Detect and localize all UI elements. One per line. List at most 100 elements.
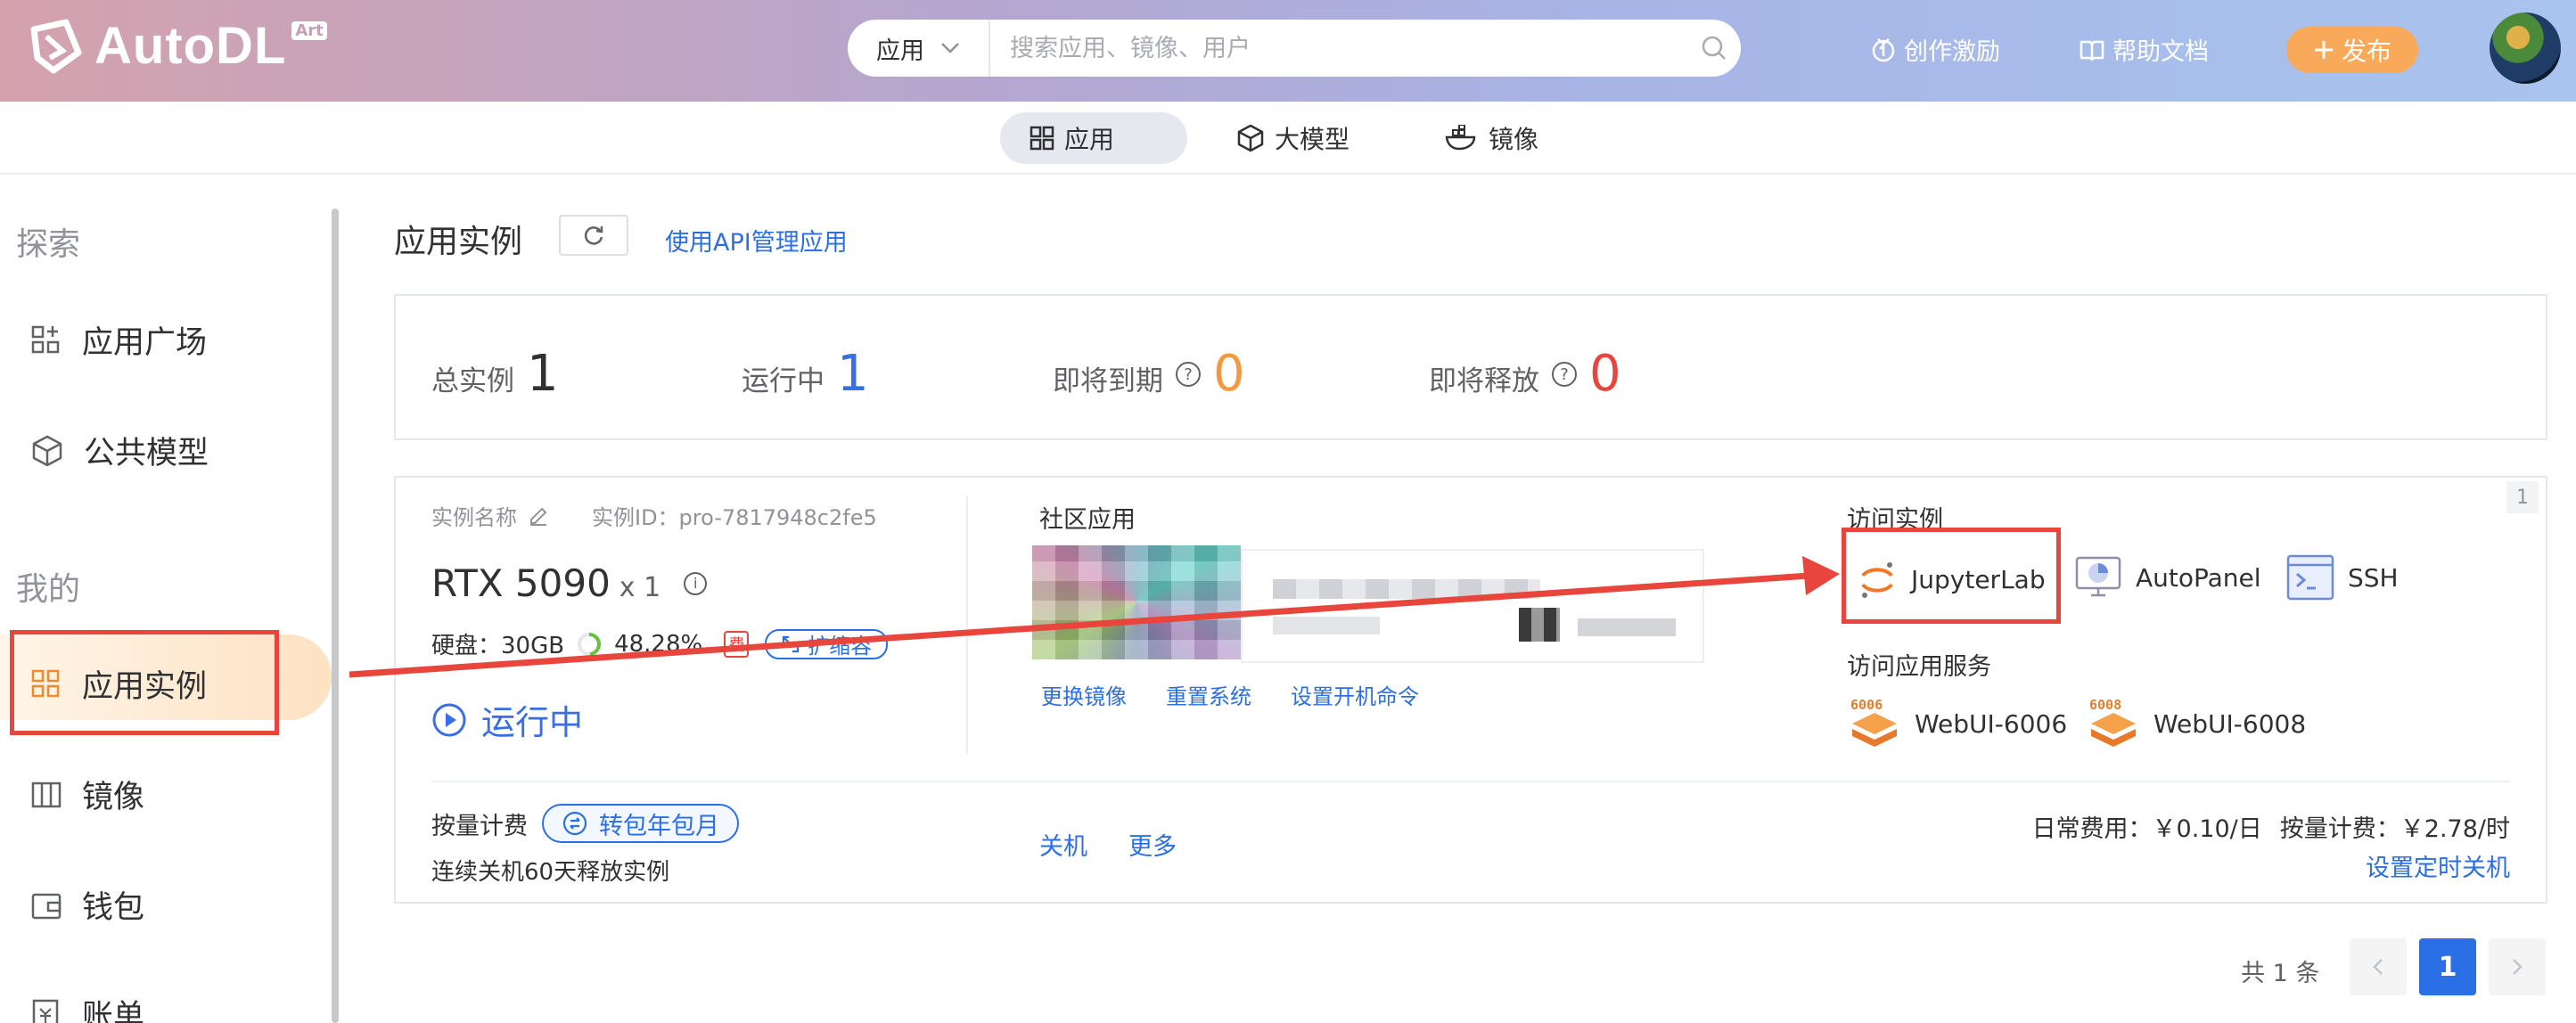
publish-label: 发布 [2341,37,2391,66]
gpu-count: x 1 [619,572,661,603]
plus-icon [2314,41,2333,59]
sidebar-item-wallet[interactable]: 钱包 [30,882,144,928]
help-icon[interactable]: ? [1552,362,1577,387]
card-divider [966,495,968,754]
community-app-label: 社区应用 [1039,506,1136,534]
startup-command-link[interactable]: 设置开机命令 [1291,679,1419,710]
sidebar-item-label: 钱包 [82,890,145,926]
cube-icon [1237,124,1264,152]
info-icon[interactable]: i [684,571,708,595]
prev-page-button[interactable] [2350,938,2407,995]
tensorboard-icon: 6006 [1850,697,1897,747]
sidebar-item-public-models[interactable]: 公共模型 [30,428,209,473]
page-1-button[interactable]: 1 [2419,938,2476,995]
instance-index-badge: 1 [2506,481,2539,513]
more-button[interactable]: 更多 [1128,827,1177,862]
service-port-text: 6006 [1850,697,1883,713]
tab-llm[interactable]: 大模型 [1207,112,1378,164]
stat-value: 0 [1589,345,1621,403]
billing-label: 按量计费 [431,812,528,840]
stat-label: 运行中 [742,365,824,397]
tab-apps-label: 应用 [1064,125,1115,154]
sidebar-item-bills[interactable]: 账单 [30,991,144,1023]
search-icon[interactable] [1687,35,1741,61]
docker-icon [1445,125,1476,151]
exchange-icon [562,811,587,836]
reset-system-link[interactable]: 重置系统 [1166,679,1251,710]
instance-gpu: RTX 5090 x 1 i [431,561,708,605]
schedule-shutdown-link[interactable]: 设置定时关机 [2366,848,2510,883]
card-row-divider [431,781,2510,782]
monitor-chart-icon [2075,556,2121,597]
stat-releasing: 即将释放 ? 0 [1429,349,1621,399]
status-label: 运行中 [481,703,584,742]
tab-images[interactable]: 镜像 [1415,112,1567,164]
stat-value: 1 [837,345,869,403]
docs-link[interactable]: 帮助文档 [2079,32,2209,67]
resize-button[interactable]: 扩缩容 [765,628,889,659]
sidebar-item-label: 镜像 [82,780,145,815]
logo-badge: Art [291,21,327,40]
sidebar-scrollbar[interactable] [332,209,339,1023]
stat-label: 即将释放 [1429,365,1539,397]
stat-value: 0 [1213,345,1245,403]
docs-label: 帮助文档 [2112,38,2209,66]
stat-running: 运行中 1 [742,349,869,399]
fee-summary: 日常费用：￥0.10/日 按量计费：￥2.78/时 [2032,809,2510,844]
refresh-icon [584,226,603,245]
webui-6008-button[interactable]: 6008 WebUI-6008 [2086,697,2306,750]
sidebar-item-label: 账单 [82,999,145,1023]
convert-subscription-button[interactable]: 转包年包月 [542,804,739,843]
incentive-label: 创作激励 [1904,38,2000,66]
search-bar: 应用 [848,20,1741,77]
next-page-button[interactable] [2489,938,2546,995]
stat-label: 总实例 [431,365,514,397]
user-avatar[interactable] [2490,12,2561,84]
fee-badge: 费 [724,630,750,658]
autodl-logo[interactable]: AutoDL Art [27,16,327,76]
edit-icon[interactable] [528,505,549,527]
logo-text: AutoDL [94,17,287,75]
ssh-button[interactable]: SSH [2285,552,2399,602]
pagination-total: 共 1 条 [2241,960,2320,987]
power-off-button[interactable]: 关机 [1039,827,1087,862]
refresh-button[interactable] [559,215,628,256]
disk-percent: 48.28% [614,630,703,658]
search-scope-label: 应用 [876,37,924,65]
resize-label: 扩缩容 [808,634,873,659]
cube-icon [32,435,62,466]
sidebar-item-app-square[interactable]: 应用广场 [30,317,207,363]
change-image-link[interactable]: 更换镜像 [1041,679,1127,710]
medal-icon [1872,37,1895,61]
sidebar-item-label: 公共模型 [84,436,209,471]
incentive-link[interactable]: 创作激励 [1870,32,2000,67]
chevron-down-icon [941,43,959,53]
resize-icon [783,635,800,652]
instance-id: 实例ID：pro-7817948c2fe5 [592,505,877,530]
grid-icon [1030,126,1054,151]
ssh-label: SSH [2348,562,2399,593]
sidebar-item-images[interactable]: 镜像 [30,772,144,817]
api-manage-link[interactable]: 使用API管理应用 [665,223,848,258]
search-input[interactable] [990,20,1687,77]
autodl-logo-icon [30,19,82,73]
autopanel-button[interactable]: AutoPanel [2073,552,2261,602]
service-port-text: 6008 [2089,697,2121,713]
billing-row: 按量计费 转包年包月 [431,804,739,843]
disk-label: 硬盘：30GB [431,633,565,659]
stat-total: 总实例 1 [431,349,559,399]
tensorboard-icon: 6008 [2089,697,2136,747]
tab-apps[interactable]: 应用 [1000,112,1187,164]
play-circle-icon [432,703,466,736]
webui-6006-button[interactable]: 6006 WebUI-6006 [1847,697,2067,750]
instance-name-label: 实例名称 [431,500,549,531]
terminal-icon [2286,554,2334,601]
search-scope-select[interactable]: 应用 [848,20,990,77]
sidebar-section-explore: 探索 [16,226,81,263]
instance-name-label-text: 实例名称 [431,505,517,530]
publish-button[interactable]: 发布 [2286,27,2418,73]
stat-label: 即将到期 [1053,365,1163,397]
page-title: 应用实例 [394,224,523,260]
help-icon[interactable]: ? [1176,362,1201,387]
release-note: 连续关机60天释放实例 [431,859,670,886]
